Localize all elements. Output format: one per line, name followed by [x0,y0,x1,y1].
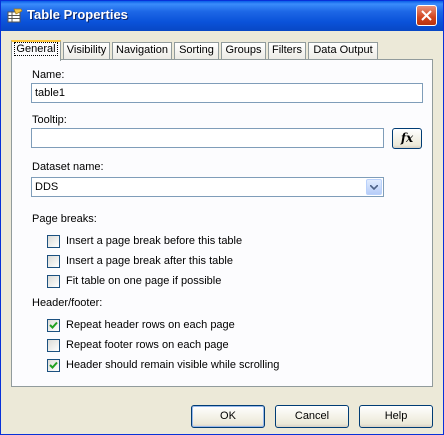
help-button[interactable]: Help [359,405,433,428]
tab-sorting-label: Sorting [179,44,214,56]
cancel-button[interactable]: Cancel [275,405,349,428]
header-footer-label: Header/footer: [32,297,103,309]
page-break-after-label: Insert a page break after this table [66,255,233,267]
fx-icon: fx [400,131,414,145]
name-field[interactable]: table1 [31,83,423,103]
header-visible-scrolling-checkbox[interactable] [47,359,60,372]
ok-button[interactable]: OK [191,405,265,428]
dropdown-arrow-button[interactable] [366,179,382,195]
page-break-before-label: Insert a page break before this table [66,235,243,247]
fit-one-page-label: Fit table on one page if possible [66,275,222,287]
tab-data-output[interactable]: Data Output [308,42,378,59]
tab-groups[interactable]: Groups [221,42,266,59]
tab-visibility-label: Visibility [66,44,107,56]
tab-general-label: General [14,42,58,56]
dialog-title: Table Properties [27,7,128,22]
close-button[interactable] [416,5,437,26]
title-bar[interactable]: Table Properties [1,1,443,31]
tab-filters[interactable]: Filters [268,42,306,59]
tab-navigation-label: Navigation [116,44,168,56]
tab-groups-label: Groups [225,44,262,56]
close-icon [421,10,432,21]
tab-filters-label: Filters [272,44,302,56]
tooltip-label: Tooltip: [32,114,67,126]
page-breaks-label: Page breaks: [32,213,97,225]
repeat-header-label: Repeat header rows on each page [66,319,235,331]
repeat-header-checkbox[interactable] [47,319,60,332]
tab-data-output-label: Data Output [313,44,373,56]
dataset-name-value: DDS [35,181,59,193]
fit-one-page-checkbox[interactable] [47,275,60,288]
tab-sorting[interactable]: Sorting [174,42,219,59]
repeat-footer-label: Repeat footer rows on each page [66,339,229,351]
tab-visibility[interactable]: Visibility [63,42,110,59]
tab-general[interactable]: General [11,40,61,61]
page-break-before-checkbox[interactable] [47,235,60,248]
repeat-footer-checkbox[interactable] [47,339,60,352]
tooltip-field[interactable] [31,128,384,148]
page-break-after-checkbox[interactable] [47,255,60,268]
table-properties-dialog: Table Properties General Visibility Navi… [0,0,444,435]
dataset-name-label: Dataset name: [32,161,104,173]
chevron-down-icon [370,185,378,190]
checkmark-icon [49,321,58,329]
header-visible-scrolling-label: Header should remain visible while scrol… [66,359,280,371]
name-label: Name: [32,69,65,81]
dataset-name-select[interactable]: DDS [31,177,384,197]
table-properties-icon [7,8,23,24]
tab-navigation[interactable]: Navigation [112,42,172,59]
tooltip-expression-button[interactable]: fx [392,128,422,149]
general-tab-panel: Name: table1 Tooltip: fx Dataset name: D… [11,59,433,387]
checkmark-icon [49,361,58,369]
